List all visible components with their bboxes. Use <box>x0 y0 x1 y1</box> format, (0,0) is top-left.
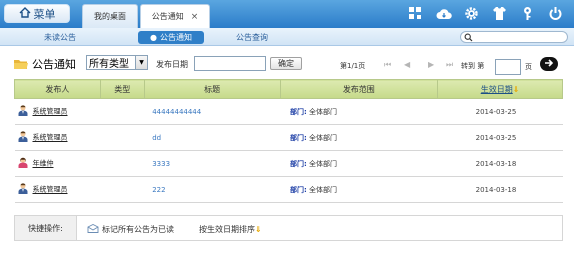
subnav-query[interactable]: 公告查询 <box>236 31 268 44</box>
page-title: 公告通知 <box>32 58 76 71</box>
grid-icon[interactable] <box>407 5 424 22</box>
table-row[interactable]: 系统管理员 222 部门: 全体部门 2014-03-18 <box>14 176 563 203</box>
table-row[interactable]: 系统管理员 44444444444 部门: 全体部门 2014-03-25 <box>14 98 563 125</box>
home-icon <box>19 7 31 20</box>
tab-announcements[interactable]: 公告通知 × <box>140 4 210 28</box>
title-link[interactable]: 222 <box>144 176 280 203</box>
scope-cell: 部门: 全体部门 <box>280 150 438 177</box>
col-type: 类型 <box>99 79 145 99</box>
last-page-icon[interactable]: ⏭ <box>446 60 453 70</box>
date-input[interactable] <box>194 56 266 71</box>
shirt-icon[interactable] <box>491 5 508 22</box>
tab-label: 我的桌面 <box>94 12 126 21</box>
scope-value: 全体部门 <box>309 159 338 168</box>
publisher-link[interactable]: 系统管理员 <box>33 186 68 194</box>
col-date-label: 生效日期 <box>480 84 513 94</box>
col-publisher: 发布人 <box>14 79 101 99</box>
publisher-link[interactable]: 年维仲 <box>33 160 54 168</box>
user-avatar-icon <box>18 157 28 170</box>
scope-cell: 部门: 全体部门 <box>280 176 438 203</box>
subnav-unread[interactable]: 未读公告 <box>44 31 76 44</box>
next-page-icon[interactable]: ▶ <box>428 60 434 69</box>
tab-label: 公告通知 <box>151 12 184 21</box>
type-cell <box>100 176 145 203</box>
sort-arrow-icon: ⇓ <box>255 225 262 234</box>
scope-cell: 部门: 全体部门 <box>280 98 438 125</box>
gear-icon[interactable] <box>463 5 480 22</box>
date-cell: 2014-03-25 <box>437 124 563 151</box>
page-unit: 页 <box>525 63 532 71</box>
scope-key: 部门: <box>290 133 307 142</box>
publisher-link[interactable]: 系统管理员 <box>33 108 68 116</box>
scope-key: 部门: <box>290 185 307 194</box>
col-scope: 发布范围 <box>279 79 439 99</box>
top-bar: 菜单 我的桌面 公告通知 × <box>0 0 574 28</box>
quick-actions-label: 快捷操作: <box>15 216 77 240</box>
subnav-label: 公告通知 <box>159 33 192 42</box>
type-cell <box>100 124 145 151</box>
publisher-cell: 年维仲 <box>14 150 101 177</box>
arrow-right-icon <box>544 59 554 69</box>
sort-by-date-link[interactable]: 按生效日期排序⇓ <box>199 224 262 235</box>
title-link[interactable]: 44444444444 <box>144 98 280 125</box>
filter-bar: 公告通知 所有类型 ▼ 发布日期 确定 第1/1页 ⏮ ◀ ▶ ⏭ 转到 第 页 <box>0 52 574 76</box>
folder-icon <box>14 59 28 72</box>
announcement-table: 发布人 类型 标题 发布范围 生效日期⇓ 系统管理员 44444444444 部门:… <box>14 79 563 203</box>
publisher-cell: 系统管理员 <box>14 98 101 125</box>
sort-arrow-icon: ⇓ <box>512 84 520 94</box>
chevron-down-icon: ▼ <box>135 56 147 69</box>
scope-cell: 部门: 全体部门 <box>280 124 438 151</box>
confirm-button[interactable]: 确定 <box>270 57 302 70</box>
envelope-icon <box>87 223 99 235</box>
page-input[interactable] <box>495 59 521 75</box>
cloud-icon[interactable] <box>435 5 452 22</box>
col-title: 标题 <box>143 79 281 99</box>
close-icon[interactable]: × <box>191 12 199 22</box>
scope-key: 部门: <box>290 159 307 168</box>
user-avatar-icon <box>18 183 28 196</box>
title-link[interactable]: dd <box>144 124 280 151</box>
title-link[interactable]: 3333 <box>144 150 280 177</box>
date-cell: 2014-03-18 <box>437 150 563 177</box>
subnav-announcements[interactable]: ● 公告通知 <box>138 31 204 44</box>
bullet-icon: ● <box>150 33 157 42</box>
search-input[interactable] <box>460 31 568 43</box>
tab-my-desktop[interactable]: 我的桌面 <box>82 4 138 28</box>
type-select-value: 所有类型 <box>89 59 129 70</box>
go-button[interactable] <box>540 57 558 71</box>
table-header-row: 发布人 类型 标题 发布范围 生效日期⇓ <box>14 79 563 99</box>
table-row[interactable]: 系统管理员 dd 部门: 全体部门 2014-03-25 <box>14 124 563 151</box>
menu-button[interactable]: 菜单 <box>4 4 70 23</box>
type-cell <box>100 150 145 177</box>
quick-actions-bar: 快捷操作: 标记所有公告为已读 按生效日期排序⇓ <box>14 215 563 241</box>
publisher-link[interactable]: 系统管理员 <box>33 134 68 142</box>
user-avatar-icon <box>18 131 28 144</box>
table-row[interactable]: 年维仲 3333 部门: 全体部门 2014-03-18 <box>14 150 563 177</box>
key-icon[interactable] <box>519 5 536 22</box>
scope-value: 全体部门 <box>309 185 338 194</box>
date-label: 发布日期 <box>156 60 188 69</box>
menu-label: 菜单 <box>33 7 56 21</box>
sort-by-date-label: 按生效日期排序 <box>199 225 255 234</box>
page-info: 第1/1页 <box>340 62 366 70</box>
scope-key: 部门: <box>290 107 307 116</box>
sub-nav: 未读公告 ● 公告通知 公告查询 <box>0 28 574 46</box>
scope-value: 全体部门 <box>309 133 338 142</box>
prev-page-icon[interactable]: ◀ <box>404 60 410 69</box>
power-icon[interactable] <box>547 5 564 22</box>
date-cell: 2014-03-18 <box>437 176 563 203</box>
type-cell <box>100 98 145 125</box>
scope-value: 全体部门 <box>309 107 338 116</box>
publisher-cell: 系统管理员 <box>14 124 101 151</box>
user-avatar-icon <box>18 105 28 118</box>
col-date-sort[interactable]: 生效日期⇓ <box>437 79 563 99</box>
date-cell: 2014-03-25 <box>437 98 563 125</box>
publisher-cell: 系统管理员 <box>14 176 101 203</box>
goto-label: 转到 第 <box>461 62 485 70</box>
mark-all-read-link[interactable]: 标记所有公告为已读 <box>87 223 174 235</box>
mark-all-read-label: 标记所有公告为已读 <box>102 225 174 234</box>
type-select[interactable]: 所有类型 ▼ <box>86 55 148 70</box>
first-page-icon[interactable]: ⏮ <box>384 60 391 70</box>
